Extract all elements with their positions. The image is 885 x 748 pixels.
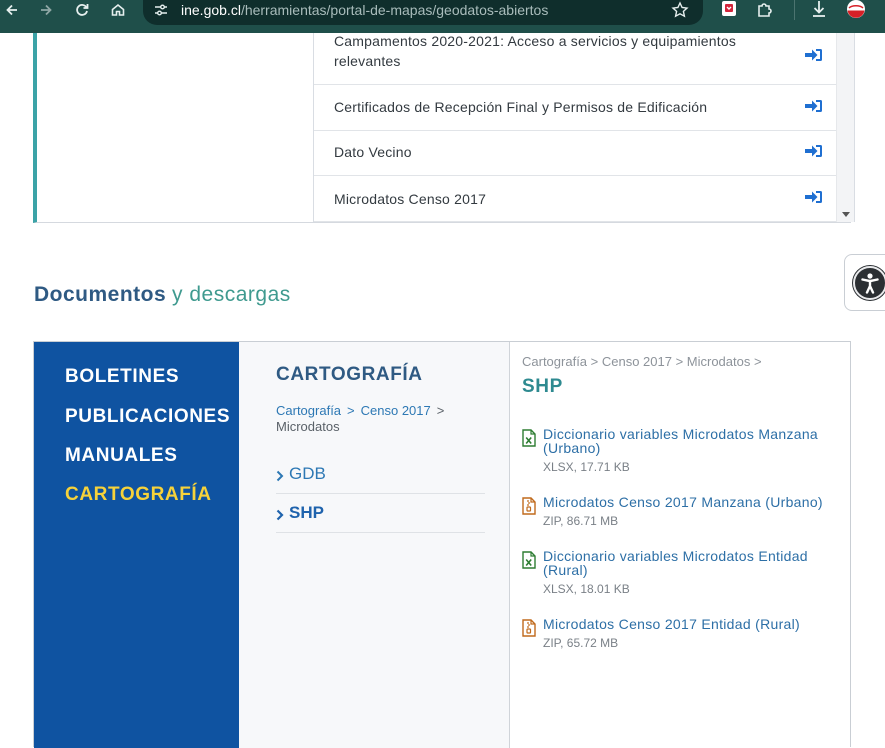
sign-in-icon[interactable] <box>805 47 822 66</box>
breadcrumb-current: Microdatos <box>276 419 340 434</box>
heading-strong: Documentos <box>34 283 167 306</box>
file-meta: XLSX, 18.01 KB <box>543 582 630 596</box>
sign-in-icon[interactable] <box>805 189 822 208</box>
site-settings-icon[interactable] <box>153 2 169 22</box>
heading-light: y descargas <box>172 283 291 306</box>
file-meta: XLSX, 17.71 KB <box>543 460 630 474</box>
files-panel: Cartografía > Censo 2017 > Microdatos > … <box>510 342 850 748</box>
profile-icon[interactable] <box>845 0 867 24</box>
file-meta: ZIP, 65.72 MB <box>543 636 619 650</box>
breadcrumb-separator: > <box>347 403 355 418</box>
accessibility-button[interactable] <box>844 254 885 311</box>
subcategory-item-gdb[interactable]: GDB <box>276 455 485 494</box>
extensions-puzzle-icon[interactable] <box>756 0 774 24</box>
list-item-label: Campamentos 2020-2021: Acceso a servicio… <box>334 33 737 69</box>
url-text: ine.gob.cl/herramientas/portal-de-mapas/… <box>181 1 548 19</box>
bookmark-star-icon[interactable] <box>671 1 689 23</box>
list-item[interactable]: Microdatos Censo 2017 <box>314 176 836 222</box>
back-arrow-icon[interactable] <box>0 0 24 20</box>
file-meta: ZIP, 86.71 MB <box>543 514 619 528</box>
list-item-label: Microdatos Censo 2017 <box>334 191 487 207</box>
breadcrumb-link-censo[interactable]: Censo 2017 <box>361 403 431 418</box>
subcategory-label: GDB <box>289 464 326 483</box>
reload-icon[interactable] <box>70 0 94 20</box>
list-scrollbar[interactable] <box>836 33 854 222</box>
file-link[interactable]: Diccionario variables Microdatos Entidad… <box>543 549 848 577</box>
sign-in-icon[interactable] <box>805 98 822 117</box>
downloads-block: BOLETINES PUBLICACIONES MANUALES CARTOGR… <box>33 341 851 748</box>
category-manuales[interactable]: MANUALES <box>65 445 177 467</box>
url-path: /herramientas/portal-de-mapas/geodatos-a… <box>240 2 549 18</box>
category-cartografia[interactable]: CARTOGRAFÍA <box>65 484 212 506</box>
browser-toolbar: ine.gob.cl/herramientas/portal-de-mapas/… <box>0 0 885 33</box>
url-host: ine.gob.cl <box>181 2 241 18</box>
excel-file-icon <box>522 551 536 573</box>
subcategory-panel: CARTOGRAFÍA Cartografía > Censo 2017 > Micr… <box>239 342 510 748</box>
list-item-label: Dato Vecino <box>334 144 412 160</box>
category-sidebar: BOLETINES PUBLICACIONES MANUALES CARTOGR… <box>34 342 239 748</box>
subcategory-title: CARTOGRAFÍA <box>276 364 423 385</box>
forward-arrow-icon[interactable] <box>34 0 58 20</box>
category-boletines[interactable]: BOLETINES <box>65 366 179 388</box>
file-link[interactable]: Diccionario variables Microdatos Manzana… <box>543 427 848 455</box>
accessibility-icon <box>853 266 885 300</box>
list-item-label: Certificados de Recepción Final y Permis… <box>334 99 708 115</box>
file-link[interactable]: Microdatos Censo 2017 Manzana (Urbano) <box>543 495 848 509</box>
documents-heading: Documentos y descargas <box>34 283 291 307</box>
download-icon[interactable] <box>810 0 828 24</box>
zip-file-icon <box>522 497 536 519</box>
list-item[interactable]: Campamentos 2020-2021: Acceso a servicio… <box>314 33 836 85</box>
breadcrumb-link-cartografia[interactable]: Cartografía <box>276 403 341 418</box>
dataset-panel: Campamentos 2020-2021: Acceso a servicio… <box>33 33 855 223</box>
chevron-right-icon <box>276 506 284 525</box>
toolbar-divider <box>794 0 795 20</box>
breadcrumb-separator: > <box>436 403 445 418</box>
address-bar[interactable]: ine.gob.cl/herramientas/portal-de-mapas/… <box>143 0 703 25</box>
zip-file-icon <box>522 619 536 641</box>
dataset-list: Campamentos 2020-2021: Acceso a servicio… <box>313 33 855 222</box>
file-link[interactable]: Microdatos Censo 2017 Entidad (Rural) <box>543 617 848 631</box>
files-breadcrumb: Cartografía > Censo 2017 > Microdatos > <box>522 354 762 369</box>
sign-in-icon[interactable] <box>805 143 822 162</box>
scroll-down-arrow-icon[interactable] <box>842 212 850 217</box>
subcategory-item-shp[interactable]: SHP <box>276 494 485 533</box>
home-icon[interactable] <box>106 0 130 20</box>
files-title: SHP <box>522 376 563 397</box>
list-item[interactable]: Certificados de Recepción Final y Permis… <box>314 85 836 131</box>
breadcrumb: Cartografía > Censo 2017 > Microdatos <box>276 403 491 435</box>
extension-icon[interactable] <box>720 0 738 24</box>
subcategory-label: SHP <box>289 503 324 522</box>
excel-file-icon <box>522 429 536 451</box>
category-publicaciones[interactable]: PUBLICACIONES <box>65 406 230 428</box>
chevron-right-icon <box>276 467 284 486</box>
list-item[interactable]: Dato Vecino <box>314 131 836 176</box>
